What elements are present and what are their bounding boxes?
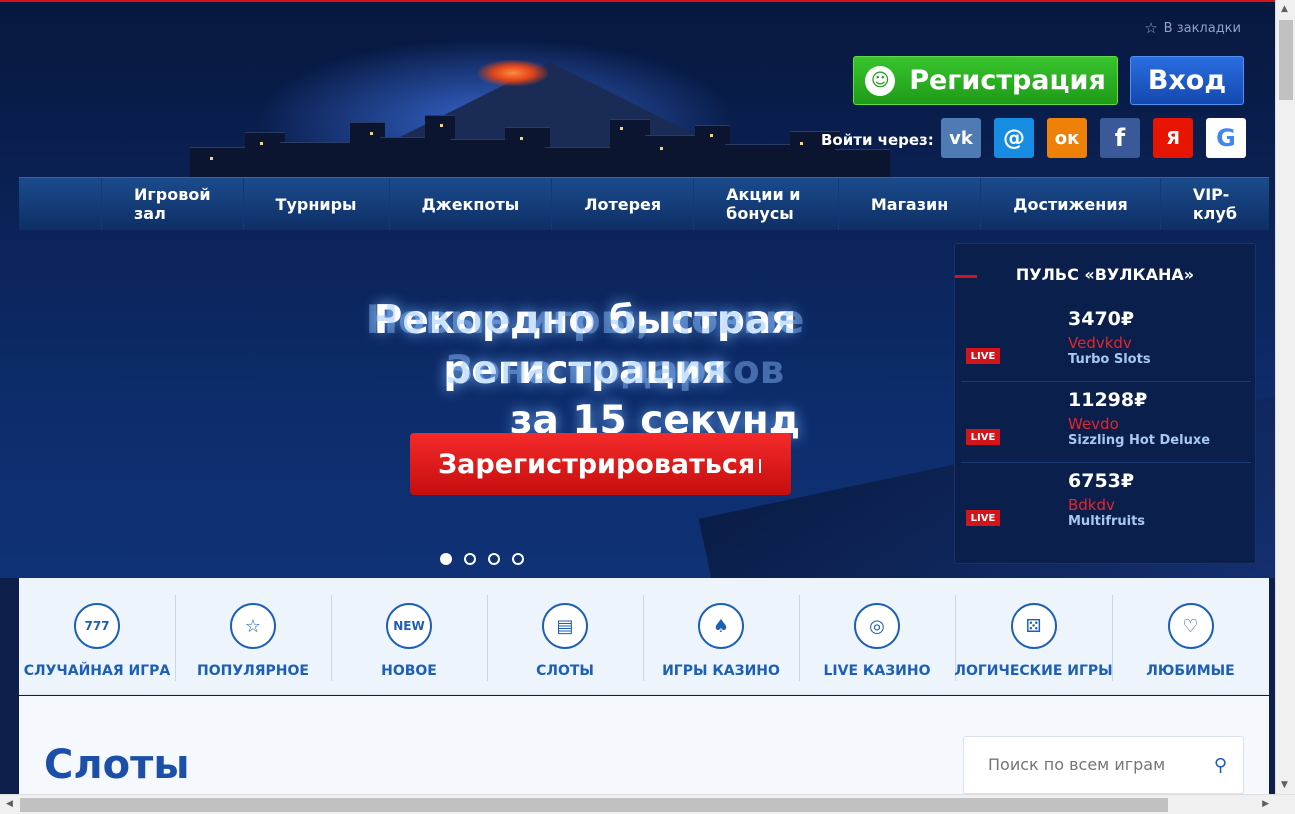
search-input[interactable] [988, 755, 1188, 774]
city-skyline [190, 112, 890, 177]
win-amount: 3470₽ [1068, 308, 1135, 330]
nav-item-lottery[interactable]: Лотерея [551, 178, 693, 230]
pulse-row[interactable]: LIVE 6753₽ Bdkdv Multifruits [961, 464, 1251, 544]
win-amount: 6753₽ [1068, 470, 1135, 492]
nav-item-achievements[interactable]: Достижения [980, 178, 1160, 230]
slider-dot[interactable] [440, 553, 452, 565]
game-name[interactable]: Turbo Slots [1068, 352, 1151, 367]
live-badge: LIVE [966, 348, 1000, 364]
nav-item-jackpots[interactable]: Джекпоты [388, 178, 552, 230]
scroll-right-icon[interactable]: ▶ [1262, 799, 1269, 809]
login-button[interactable]: Вход [1130, 56, 1244, 105]
live-badge: LIVE [966, 429, 1000, 445]
winner-name: Vedvkdv [1068, 334, 1132, 352]
new-badge-icon: NEW [386, 603, 432, 649]
main-nav: Игровой зал Турниры Джекпоты Лотерея Акц… [19, 177, 1269, 230]
slot-machine-icon: ▤ [542, 603, 588, 649]
pulse-title: ПУЛЬС «ВУЛКАНА» [1015, 265, 1195, 284]
section-title: Слоты [44, 742, 190, 788]
cards-icon: ♠ [698, 603, 744, 649]
slider-dot[interactable] [464, 553, 476, 565]
dice-icon: ⚄ [1010, 603, 1057, 649]
horizontal-scroll-thumb[interactable] [20, 798, 1168, 812]
search-icon[interactable]: ⚲ [1214, 755, 1227, 776]
category-favorites[interactable]: ♡ ЛЮБИМЫЕ [1112, 578, 1269, 695]
volcano-glow [478, 60, 548, 86]
winner-name: Wevdo [1068, 415, 1119, 433]
category-random-game[interactable]: 777 СЛУЧАЙНАЯ ИГРА [19, 578, 175, 695]
content-area: Слоты ⚲ [19, 696, 1269, 794]
scroll-down-icon[interactable]: ▼ [1281, 780, 1288, 790]
mailru-icon[interactable]: @ [994, 118, 1034, 158]
cta-divider [759, 459, 761, 473]
star-icon: ☆ [230, 603, 276, 649]
odnoklassniki-icon[interactable]: ок [1047, 118, 1087, 158]
slider-dot[interactable] [488, 553, 500, 565]
slider-dot[interactable] [512, 553, 524, 565]
scroll-left-icon[interactable]: ◀ [6, 799, 13, 809]
pulse-row[interactable]: LIVE 11298₽ Wevdo Sizzling Hot Deluxe [961, 383, 1251, 463]
bookmark-link[interactable]: ☆ В закладки [1144, 19, 1241, 37]
nav-item-shop[interactable]: Магазин [837, 178, 980, 230]
register-label: Регистрация [909, 65, 1106, 96]
signup-cta-label: Зарегистрироваться [438, 448, 756, 480]
vertical-scroll-thumb[interactable] [1279, 20, 1293, 100]
register-icon: ☺ [865, 65, 896, 96]
live-badge: LIVE [966, 510, 1000, 526]
category-casino-games[interactable]: ♠ ИГРЫ КАЗИНО [643, 578, 799, 695]
category-logic-games[interactable]: ⚄ ЛОГИЧЕСКИЕ ИГРЫ [954, 578, 1113, 695]
google-icon[interactable]: G [1206, 118, 1246, 158]
social-login-list: vk @ ок f Я G [941, 118, 1246, 158]
game-name[interactable]: Multifruits [1068, 514, 1145, 529]
star-icon: ☆ [1144, 19, 1158, 37]
bookmark-label: В закладки [1163, 20, 1241, 36]
hero-ghost-title: Новые игры, новые Зона подарков [365, 298, 805, 393]
winner-name: Bdkdv [1068, 496, 1115, 514]
facebook-icon[interactable]: f [1100, 118, 1140, 158]
vk-icon[interactable]: vk [941, 118, 981, 158]
chip-icon: ◎ [854, 603, 900, 649]
win-amount: 11298₽ [1068, 389, 1148, 411]
heart-icon: ♡ [1167, 603, 1214, 649]
register-button[interactable]: ☺ Регистрация [853, 56, 1118, 105]
category-slots[interactable]: ▤ СЛОТЫ [487, 578, 643, 695]
nav-item-tournaments[interactable]: Турниры [242, 178, 389, 230]
game-name[interactable]: Sizzling Hot Deluxe [1068, 433, 1210, 448]
category-bar: 777 СЛУЧАЙНАЯ ИГРА ☆ ПОПУЛЯРНОЕ NEW НОВО… [19, 578, 1269, 695]
game-search: ⚲ [963, 736, 1244, 794]
login-via-label: Войти через: [821, 131, 934, 149]
pulse-panel: ПУЛЬС «ВУЛКАНА» LIVE 3470₽ Vedvkdv Turbo… [954, 243, 1256, 564]
nav-item-vip-club[interactable]: VIP-клуб [1159, 178, 1269, 230]
hero-title: Новые игры, новые Зона подарков Рекордно… [230, 296, 940, 446]
pulse-row[interactable]: LIVE 3470₽ Vedvkdv Turbo Slots [961, 302, 1251, 382]
nav-item-game-hall[interactable]: Игровой зал [101, 178, 243, 230]
scroll-up-icon[interactable]: ▲ [1281, 4, 1288, 14]
horizontal-scrollbar[interactable]: ◀ ▶ [0, 794, 1295, 814]
nav-item-promotions[interactable]: Акции и бонусы [693, 178, 838, 230]
category-live-casino[interactable]: ◎ LIVE КАЗИНО [799, 578, 955, 695]
vertical-scrollbar[interactable]: ▲ ▼ [1275, 0, 1295, 794]
category-new[interactable]: NEW НОВОЕ [331, 578, 487, 695]
slider-dots [440, 553, 524, 565]
signup-cta-button[interactable]: Зарегистрироваться [410, 433, 791, 495]
slot-777-icon: 777 [74, 603, 120, 649]
category-popular[interactable]: ☆ ПОПУЛЯРНОЕ [175, 578, 331, 695]
yandex-icon[interactable]: Я [1153, 118, 1193, 158]
